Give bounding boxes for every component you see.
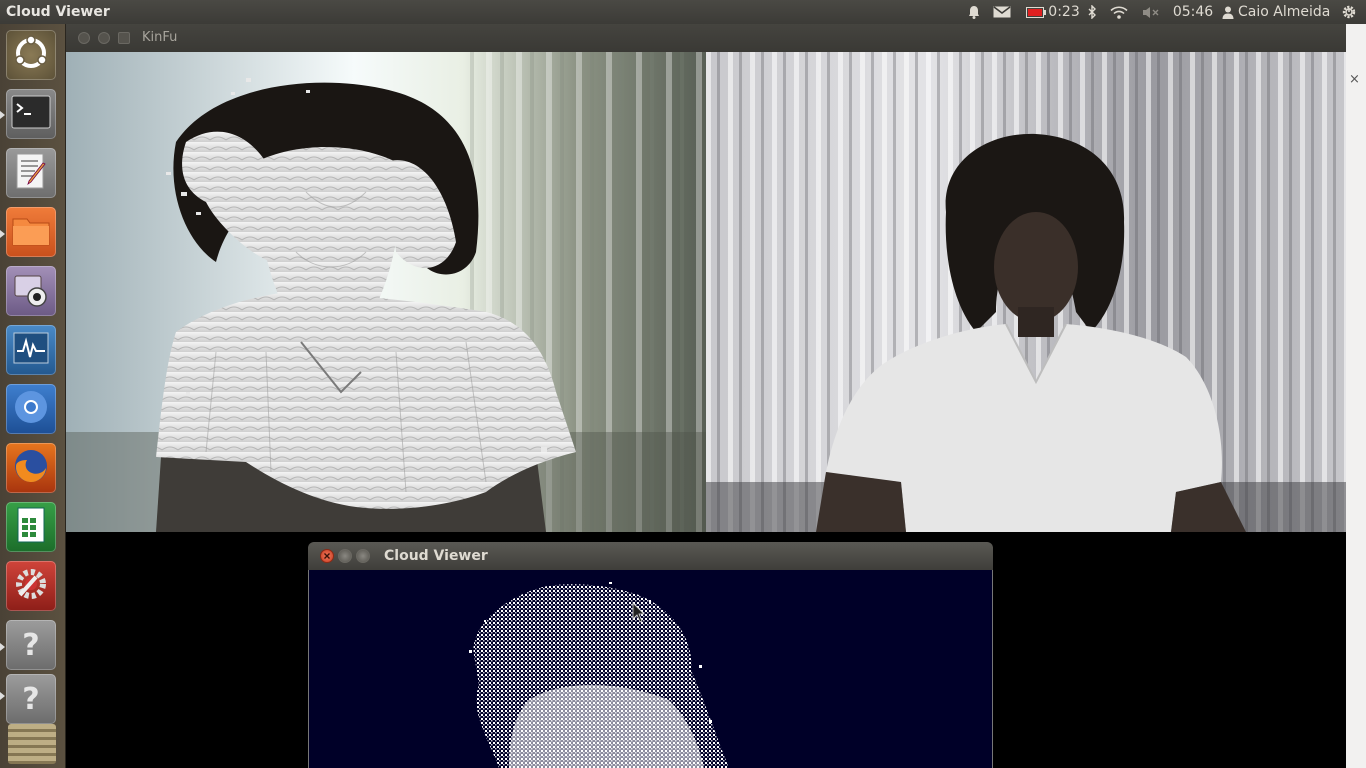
bluetooth-icon[interactable] xyxy=(1084,0,1100,24)
ubuntu-logo-icon xyxy=(13,35,49,75)
launcher-item-chromium[interactable] xyxy=(6,384,56,434)
user-icon[interactable] xyxy=(1221,0,1235,24)
launcher-item-webcam-app[interactable] xyxy=(6,266,56,316)
point-cloud-canvas[interactable] xyxy=(308,570,993,768)
launcher-item-files[interactable] xyxy=(6,207,56,257)
launcher-stack-more-items[interactable] xyxy=(8,724,56,764)
kinfu-window-titlebar[interactable]: KinFu xyxy=(66,24,1346,52)
user-name[interactable]: Caio Almeida xyxy=(1238,0,1334,24)
mail-icon[interactable] xyxy=(991,0,1013,24)
cloud-viewer-maximize-button[interactable] xyxy=(356,549,370,563)
terminal-icon xyxy=(11,95,51,133)
wifi-icon[interactable] xyxy=(1108,0,1130,24)
launcher-item-terminal[interactable] xyxy=(6,89,56,139)
spreadsheet-icon xyxy=(14,506,48,548)
launcher-item-dash-home[interactable] xyxy=(6,30,56,80)
launcher-item-spreadsheet[interactable] xyxy=(6,502,56,552)
kinfu-window-title: KinFu xyxy=(142,30,178,45)
webcam-icon xyxy=(12,270,50,312)
cloud-viewer-minimize-button[interactable] xyxy=(338,549,352,563)
launcher-item-text-editor[interactable] xyxy=(6,148,56,198)
running-indicator xyxy=(0,692,5,700)
cloud-viewer-titlebar[interactable]: Cloud Viewer xyxy=(308,542,993,570)
launcher-item-unknown-app-2[interactable]: ? xyxy=(6,674,56,724)
running-indicator xyxy=(0,230,5,238)
background-window-edge: × xyxy=(1346,24,1366,768)
kinfu-minimize-button[interactable] xyxy=(98,32,110,44)
running-indicator xyxy=(0,111,5,119)
battery-icon[interactable] xyxy=(1025,0,1047,24)
system-monitor-icon xyxy=(12,331,50,369)
chromium-icon xyxy=(12,388,50,430)
kinfu-reconstruction-view[interactable] xyxy=(66,52,706,532)
settings-icon xyxy=(12,565,50,607)
text-editor-icon xyxy=(13,152,49,194)
question-icon: ? xyxy=(22,627,40,663)
question-icon: ? xyxy=(22,681,40,717)
launcher-item-system-settings[interactable] xyxy=(6,561,56,611)
launcher-item-system-monitor[interactable] xyxy=(6,325,56,375)
running-indicator xyxy=(0,643,5,651)
battery-time: 0:23 xyxy=(1048,4,1080,20)
power-gear-icon[interactable] xyxy=(1338,0,1360,24)
volume-muted-icon[interactable] xyxy=(1140,0,1162,24)
folder-icon xyxy=(11,213,51,251)
kinfu-rgb-camera-view[interactable] xyxy=(706,52,1346,532)
launcher-item-unknown-app-1[interactable]: ? xyxy=(6,620,56,670)
clock[interactable]: 05:46 xyxy=(1172,0,1214,24)
cloud-viewer-title: Cloud Viewer xyxy=(384,548,488,564)
cloud-viewer-window: Cloud Viewer xyxy=(308,542,993,768)
launcher-item-firefox[interactable] xyxy=(6,443,56,493)
launcher: ? ? xyxy=(0,24,66,768)
cloud-viewer-close-button[interactable] xyxy=(320,549,334,563)
active-app-title: Cloud Viewer xyxy=(6,4,110,20)
firefox-icon xyxy=(12,447,50,489)
bell-icon[interactable] xyxy=(965,0,983,24)
top-panel: Cloud Viewer 0:23 05:46 Caio Almeida xyxy=(0,0,1366,24)
kinfu-close-button[interactable] xyxy=(78,32,90,44)
kinfu-maximize-button[interactable] xyxy=(118,32,130,44)
close-icon[interactable]: × xyxy=(1349,72,1360,87)
